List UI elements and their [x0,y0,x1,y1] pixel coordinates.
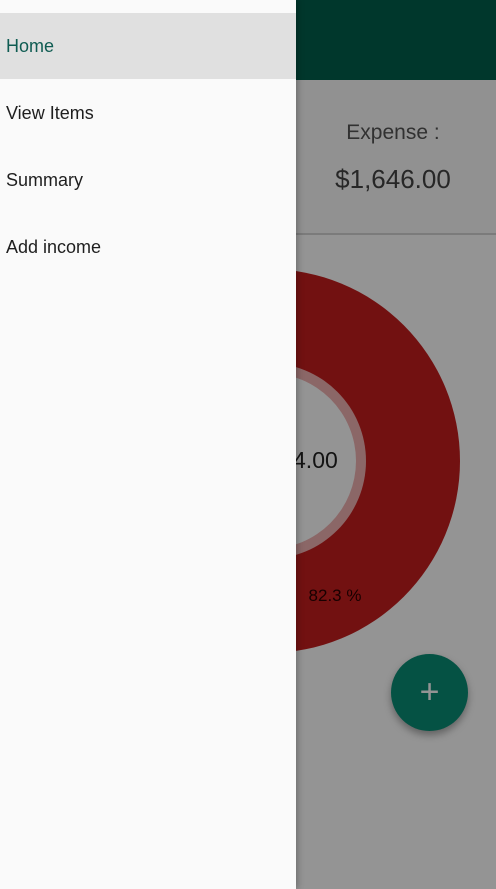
drawer-item-label: View Items [6,103,94,123]
drawer-item-summary[interactable]: Summary [0,147,296,213]
drawer-item-add-income[interactable]: Add income [0,214,296,280]
app-screen: Expense : $1,646.00 54.00 82.3 % + Home … [0,0,496,889]
navigation-drawer: Home View Items Summary Add income [0,0,296,889]
drawer-item-label: Add income [6,237,102,257]
drawer-item-view-items[interactable]: View Items [0,80,296,146]
drawer-header [0,0,296,13]
drawer-item-label: Summary [6,170,84,190]
drawer-item-label: Home [6,36,55,56]
drawer-item-home[interactable]: Home [0,13,296,79]
